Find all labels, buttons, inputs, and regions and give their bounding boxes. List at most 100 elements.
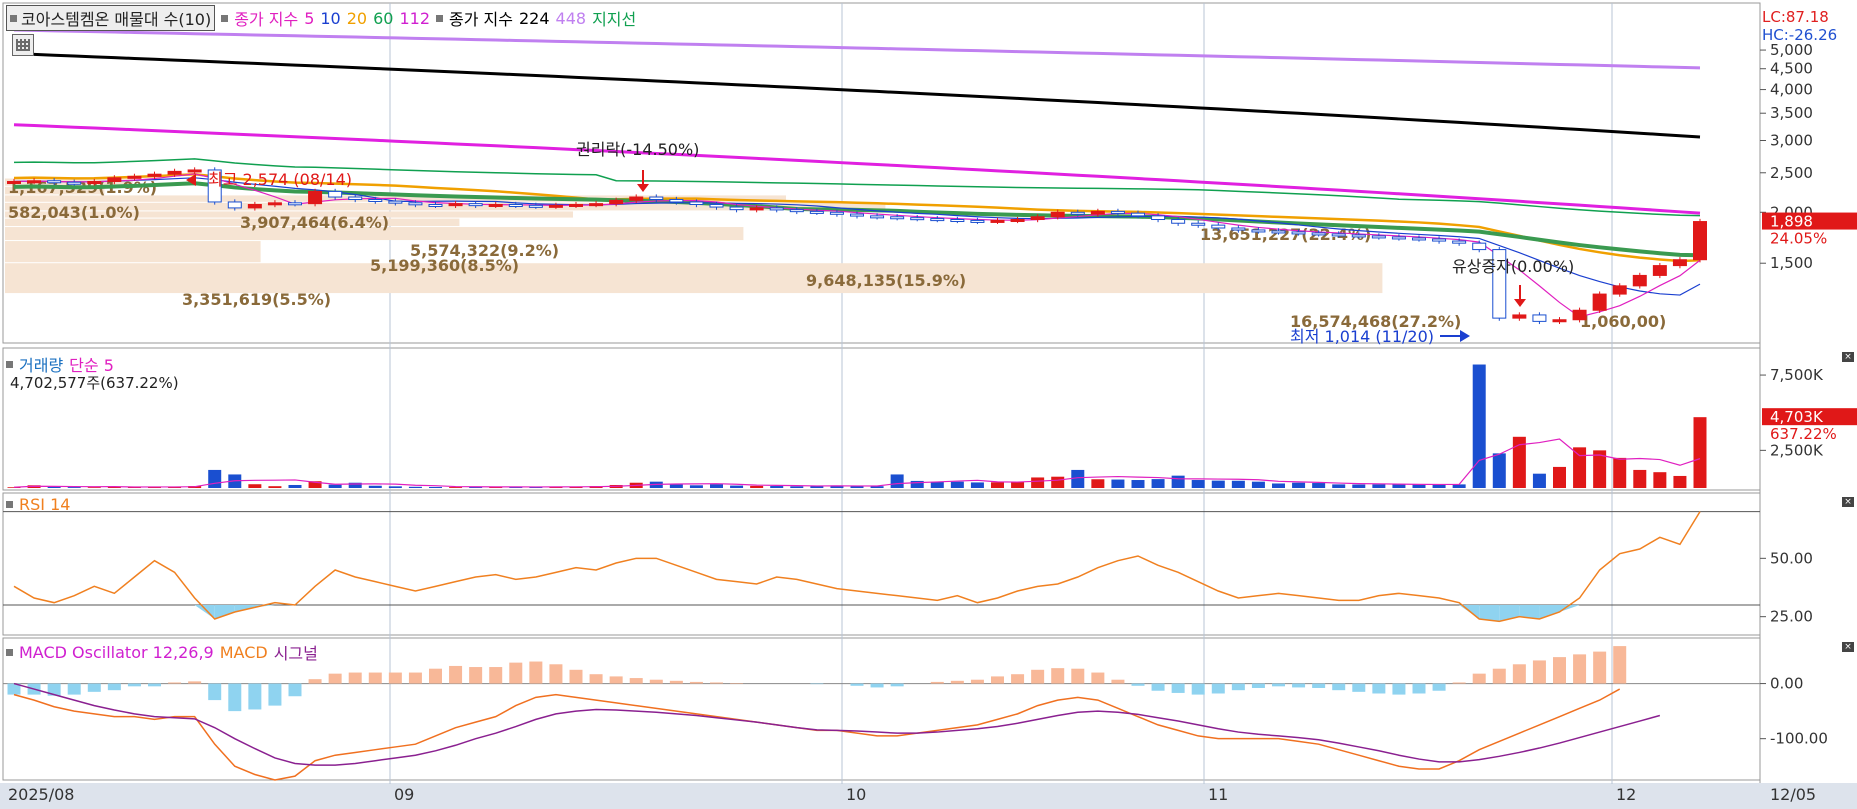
macd-oscillator-bar [1392, 683, 1406, 695]
price-tick-label: 1,500 [1770, 254, 1813, 272]
chart-canvas[interactable]: 2025/08 09 10 11 12 12/05 1,167,529(1.9%)582,… [0, 0, 1857, 809]
macd-oscillator-bar [649, 679, 663, 684]
candle-body [247, 203, 262, 209]
volume-bar [1673, 475, 1687, 488]
macd-oscillator-bar [1532, 660, 1546, 684]
macd-oscillator-bar [730, 683, 744, 684]
candle-body [589, 203, 604, 207]
candle-body [1231, 227, 1246, 231]
ma5-legend[interactable]: 5 [304, 9, 314, 28]
macd-oscillator-bar [930, 681, 944, 684]
macd-oscillator-bar [509, 662, 523, 684]
volume-profile-label: 3,907,464(6.4%) [240, 213, 389, 232]
candle-body [1171, 219, 1186, 224]
candle-body [267, 202, 282, 206]
price-tick-label: 2,500 [1770, 164, 1813, 182]
volume-bar [208, 469, 222, 488]
volume-bar [1492, 453, 1506, 488]
macd-oscillator-bar [148, 683, 161, 687]
macd-oscillator-bar [288, 683, 302, 697]
macd-oscillator-bar [208, 683, 222, 701]
macd-oscillator-bar [1292, 683, 1306, 688]
legend-marker-icon [6, 648, 13, 656]
volume-bar [1613, 457, 1627, 488]
candle-body [1291, 231, 1306, 235]
macd-oscillator-bar [1272, 683, 1285, 687]
candle-body [368, 198, 383, 202]
volume-bar [1151, 479, 1165, 488]
rsi-legend: RSI 14 [6, 495, 70, 514]
macd-oscillator-bar [328, 673, 342, 684]
macd-oscillator-bar [308, 679, 322, 684]
close-rsi-panel-icon[interactable]: × [1842, 497, 1854, 507]
macd-line-label[interactable]: MACD [220, 643, 268, 662]
ma448-legend[interactable]: 448 [556, 9, 587, 28]
volume-bar [1211, 480, 1225, 488]
candle-body [328, 190, 343, 198]
macd-oscillator-bar [1031, 669, 1045, 684]
rsi-title[interactable]: RSI 14 [19, 495, 70, 514]
macd-oscillator-bar [991, 676, 1004, 684]
macd-oscillator-bar [1091, 672, 1105, 684]
candle-body [187, 169, 202, 173]
legend-marker-icon [6, 501, 13, 508]
candle-body [147, 173, 162, 177]
candle-body [890, 216, 905, 220]
candle-body [87, 180, 102, 184]
volume-bar [67, 487, 81, 488]
candle-body [107, 177, 122, 182]
macd-oscillator-bar [609, 676, 623, 684]
macd-oscillator-bar [1071, 668, 1085, 684]
long-ma-legend-title[interactable]: 종가 지수 [449, 6, 513, 30]
ma-legend-title[interactable]: 종가 지수 [234, 6, 298, 30]
candle-body [1512, 314, 1527, 319]
ma60-legend[interactable]: 60 [373, 9, 393, 28]
volume-bar [1091, 479, 1105, 488]
macd-oscillator-bar [1372, 683, 1386, 694]
ma224-legend[interactable]: 224 [519, 9, 550, 28]
close-macd-panel-icon[interactable]: × [1842, 642, 1854, 652]
candle-body [47, 180, 62, 184]
volume-bar [388, 486, 402, 488]
macd-oscillator-bar [1613, 646, 1627, 684]
ma112-legend[interactable]: 112 [399, 9, 430, 28]
macd-oscillator-bar [127, 683, 141, 687]
low-annotation: 최저 1,014 (11/20) [1290, 327, 1434, 346]
volume-bar [669, 484, 683, 488]
candle-body [1131, 212, 1145, 217]
volume-bar [1011, 481, 1025, 488]
x-axis-label: 12 [1616, 785, 1636, 804]
volume-bar [328, 484, 342, 488]
candle-body [1652, 265, 1667, 276]
candle-body [1211, 224, 1226, 229]
macd-osc-title[interactable]: MACD Oscillator 12,26,9 [19, 643, 214, 662]
candle-body [1592, 293, 1607, 311]
volume-profile-legend[interactable]: 코아스템켐온 매물대 수(10) [6, 5, 216, 31]
volume-bar [689, 485, 703, 488]
candle-body [468, 203, 483, 207]
macd-oscillator-bar [1011, 674, 1025, 684]
x-axis-label: 09 [394, 785, 414, 804]
price-tick-label: 4,000 [1770, 81, 1813, 99]
candle-body [1151, 215, 1166, 221]
close-volume-panel-icon[interactable]: × [1842, 352, 1854, 362]
calendar-icon[interactable] [12, 34, 34, 56]
support-line-legend[interactable]: 지지선 [592, 6, 636, 30]
volume-bar [1372, 484, 1386, 488]
candle-body [809, 210, 824, 214]
volume-bar [1171, 475, 1185, 488]
volume-bar [288, 484, 302, 488]
macd-oscillator-bar [368, 672, 382, 684]
volume-bar [1131, 480, 1145, 488]
x-axis-label: 11 [1208, 785, 1228, 804]
candle-body [990, 219, 1005, 223]
candle-body [1552, 319, 1567, 323]
legend-marker-icon [221, 14, 229, 22]
signal-line-label[interactable]: 시그널 [274, 640, 318, 664]
macd-oscillator-bar [850, 683, 864, 686]
ma20-legend[interactable]: 20 [347, 9, 367, 28]
lc-label: LC:87.18 [1762, 8, 1829, 26]
volume-bar [1312, 483, 1326, 488]
volume-bar [1392, 484, 1406, 488]
ma10-legend[interactable]: 10 [320, 9, 340, 28]
